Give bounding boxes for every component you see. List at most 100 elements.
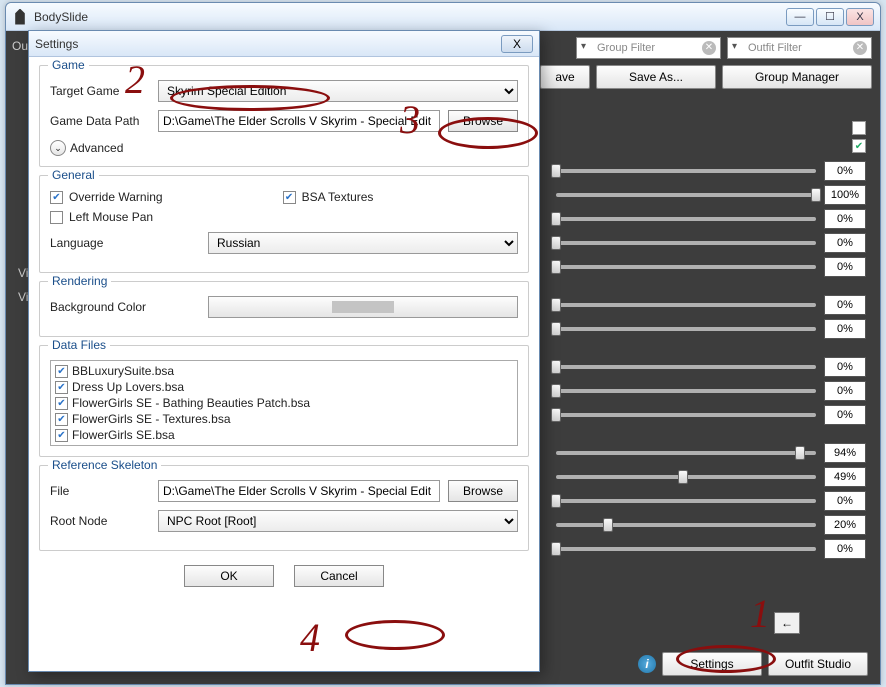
left-mouse-pan-checkbox[interactable]: Left Mouse Pan [50,210,488,224]
game-data-path-input[interactable] [158,110,440,132]
advanced-toggle[interactable]: ⌄ Advanced [50,140,518,156]
slider-thumb[interactable] [811,188,821,202]
browse-skeleton-button[interactable]: Browse [448,480,518,502]
slider-thumb[interactable] [551,494,561,508]
checkbox-1[interactable] [852,121,866,135]
checkbox-icon[interactable]: ✔ [55,413,68,426]
slider-thumb[interactable] [795,446,805,460]
group-filter[interactable]: ▾ Group Filter ✕ [576,37,721,59]
outfit-studio-button[interactable]: Outfit Studio [768,652,868,676]
chevron-down-icon: ▾ [581,41,586,52]
save-as-button[interactable]: Save As... [596,65,716,89]
slider-track[interactable] [556,241,816,245]
slider-track[interactable] [556,389,816,393]
background-color-button[interactable] [208,296,518,318]
datafile-name: BBLuxurySuite.bsa [72,364,174,378]
minimize-button[interactable]: — [786,8,814,26]
slider-thumb[interactable] [551,322,561,336]
slider-value[interactable]: 0% [824,319,866,339]
legend-rendering: Rendering [48,274,111,288]
close-button[interactable]: X [846,8,874,26]
checkbox-2[interactable]: ✔ [852,139,866,153]
datafiles-list[interactable]: ✔BBLuxurySuite.bsa✔Dress Up Lovers.bsa✔F… [50,360,518,446]
sliders-area: ✔ 0% 100% 0% 0% 0% 0% 0% 0% 0% 0% 94% 49% 0% 20% 0% [556,121,866,563]
slider-track[interactable] [556,475,816,479]
bsa-textures-checkbox[interactable]: ✔BSA Textures [283,190,374,204]
slider-track[interactable] [556,547,816,551]
arrow-left-button[interactable]: ← [774,612,800,634]
slider-track[interactable] [556,365,816,369]
cancel-button[interactable]: Cancel [294,565,384,587]
legend-general: General [48,168,99,182]
slider-value[interactable]: 0% [824,357,866,377]
slider-value[interactable]: 0% [824,539,866,559]
slider-value[interactable]: 94% [824,443,866,463]
slider-row: 20% [556,515,866,535]
slider-track[interactable] [556,413,816,417]
slider-thumb[interactable] [551,164,561,178]
slider-track[interactable] [556,265,816,269]
datafile-name: FlowerGirls SE.bsa [72,428,175,442]
slider-track[interactable] [556,327,816,331]
checkbox-icon[interactable]: ✔ [55,397,68,410]
slider-value[interactable]: 0% [824,381,866,401]
slider-track[interactable] [556,523,816,527]
clear-icon[interactable]: ✕ [853,41,867,55]
datafile-item[interactable]: ✔ BBLuxurySuite.bsa [53,363,515,379]
advanced-label: Advanced [70,141,123,155]
dialog-close-button[interactable]: X [501,35,533,53]
slider-value[interactable]: 20% [824,515,866,535]
slider-thumb[interactable] [551,384,561,398]
datafile-item[interactable]: ✔FlowerGirls SE - Textures.bsa [53,411,515,427]
checkbox-icon[interactable]: ✔ [55,365,68,378]
slider-row: 0% [556,319,866,339]
legend-game: Game [48,58,89,72]
datafile-item[interactable]: ✔Dress Up Lovers.bsa [53,379,515,395]
slider-thumb[interactable] [603,518,613,532]
slider-track[interactable] [556,193,816,197]
language-select[interactable]: Russian [208,232,518,254]
skeleton-file-input[interactable] [158,480,440,502]
slider-value[interactable]: 0% [824,161,866,181]
slider-thumb[interactable] [551,212,561,226]
titlebar[interactable]: BodySlide — ☐ X [6,3,880,31]
slider-value[interactable]: 0% [824,491,866,511]
outfit-filter[interactable]: ▾ Outfit Filter ✕ [727,37,872,59]
slider-thumb[interactable] [551,542,561,556]
info-icon[interactable]: i [638,655,656,673]
checkbox-icon[interactable]: ✔ [55,429,68,442]
ok-button[interactable]: OK [184,565,274,587]
maximize-button[interactable]: ☐ [816,8,844,26]
slider-track[interactable] [556,499,816,503]
clear-icon[interactable]: ✕ [702,41,716,55]
slider-thumb[interactable] [551,298,561,312]
slider-thumb[interactable] [551,260,561,274]
datafile-item[interactable]: ✔FlowerGirls SE - Bathing Beauties Patch… [53,395,515,411]
dialog-titlebar[interactable]: Settings X [29,31,539,57]
datafile-item[interactable]: ✔ FlowerGirls SE.bsa [53,427,515,443]
slider-track[interactable] [556,303,816,307]
slider-track[interactable] [556,451,816,455]
slider-thumb[interactable] [551,236,561,250]
settings-button[interactable]: Settings [662,652,762,676]
slider-value[interactable]: 0% [824,209,866,229]
slider-value[interactable]: 49% [824,467,866,487]
slider-track[interactable] [556,169,816,173]
slider-thumb[interactable] [678,470,688,484]
browse-game-path-button[interactable]: Browse [448,110,518,132]
slider-value[interactable]: 0% [824,295,866,315]
save-button[interactable]: ave [540,65,590,89]
slider-value[interactable]: 0% [824,405,866,425]
slider-value[interactable]: 0% [824,233,866,253]
target-game-select[interactable]: Skyrim Special Edition [158,80,518,102]
root-node-select[interactable]: NPC Root [Root] [158,510,518,532]
slider-value[interactable]: 100% [824,185,866,205]
checkbox-icon[interactable]: ✔ [55,381,68,394]
override-warning-checkbox[interactable]: ✔Override Warning [50,190,163,204]
group-manager-button[interactable]: Group Manager [722,65,872,89]
slider-value[interactable]: 0% [824,257,866,277]
slider-thumb[interactable] [551,408,561,422]
group-game: Game Target Game Skyrim Special Edition … [39,65,529,167]
slider-track[interactable] [556,217,816,221]
slider-thumb[interactable] [551,360,561,374]
